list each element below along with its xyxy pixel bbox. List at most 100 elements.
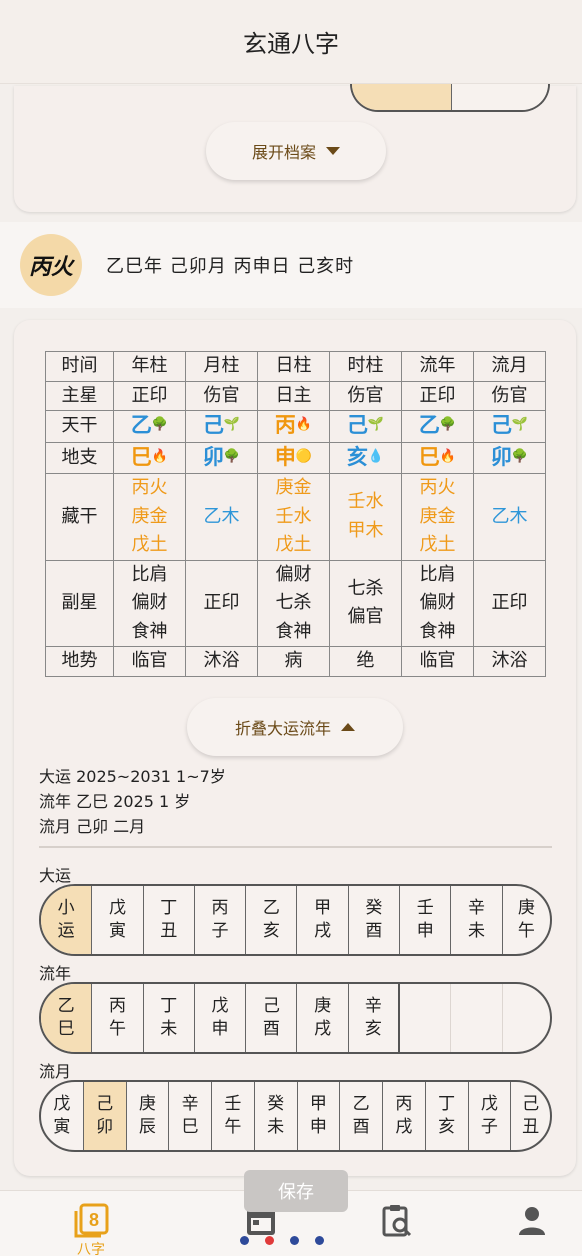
sub-star-cell: 比肩 偏财 食神: [401, 559, 474, 647]
stem-char: 乙: [130, 413, 152, 437]
hidden-cell: 丙火 庚金 戊土: [113, 473, 186, 561]
indicator-dot: [240, 1236, 249, 1245]
app-header: 玄通八字: [0, 0, 582, 84]
liunian-cell[interactable]: 辛亥: [349, 984, 401, 1052]
cell-top: 丁: [160, 996, 178, 1016]
row-label: 主星: [45, 380, 114, 411]
sub-star: 正印: [203, 592, 240, 613]
hidden-stem: 甲木: [347, 519, 384, 541]
liuyue-cell[interactable]: 壬午: [212, 1082, 255, 1150]
cell-top: 庚: [138, 1094, 156, 1114]
cell-top: 丁: [438, 1094, 456, 1114]
sub-star: 食神: [419, 620, 456, 642]
dayun-cell[interactable]: 壬申: [400, 886, 452, 954]
liuyue-cell[interactable]: 甲申: [298, 1082, 341, 1150]
stem-cell: 丙🔥: [257, 410, 330, 443]
cell-top: 丙: [211, 898, 229, 918]
header-cell: 年柱: [113, 351, 186, 382]
gold-coin-icon: 🟡: [295, 448, 313, 464]
save-button[interactable]: 保存: [244, 1170, 348, 1212]
liunian-cell[interactable]: 丙午: [92, 984, 144, 1052]
cell-bottom: 巳: [181, 1117, 199, 1137]
pillars-text: 乙巳年 己卯月 丙申日 己亥时: [106, 256, 355, 277]
dayun-cell[interactable]: 庚午: [503, 886, 550, 954]
sub-star-cell: 七杀 偏官: [329, 559, 402, 647]
cell-bottom: 午: [224, 1117, 242, 1137]
water-drop-icon: 💧: [367, 448, 385, 464]
dayun-cell[interactable]: 乙亥: [246, 886, 298, 954]
dayun-cell[interactable]: 丁丑: [144, 886, 195, 954]
sub-star: 七杀: [275, 592, 312, 613]
hidden-stem: 丙火: [131, 477, 168, 498]
sub-star-cell: 正印: [185, 559, 258, 647]
fire-icon: 🔥: [295, 417, 313, 432]
liunian-cell[interactable]: 戊申: [195, 984, 247, 1052]
header-cell: 日柱: [257, 351, 330, 382]
liunian-cell[interactable]: 庚戌: [297, 984, 349, 1052]
liuyue-cell[interactable]: 丙戌: [383, 1082, 426, 1150]
terrain-cell: 临官: [113, 646, 186, 677]
day-master-badge: 丙火: [20, 234, 82, 296]
cell-bottom: 未: [160, 1019, 178, 1039]
cell-bottom: 亥: [262, 921, 280, 941]
profile-card: 展开档案: [14, 84, 576, 212]
cell-top: 辛: [364, 996, 382, 1016]
dayun-cell[interactable]: 丙子: [195, 886, 247, 954]
liuyue-cell[interactable]: 辛巳: [169, 1082, 212, 1150]
sub-star: 比肩: [419, 563, 456, 585]
hidden-stem: 壬水: [347, 491, 384, 513]
stem-cell: 乙🌳: [401, 410, 474, 443]
hidden-stems-row: 藏干 丙火 庚金 戊土 乙木 庚金 壬水 戊土 壬水 甲木 丙火 庚金 戊土 乙木: [45, 473, 546, 561]
cell-top: 丁: [160, 898, 178, 918]
sub-star: 比肩: [131, 563, 168, 585]
header-cell: 月柱: [185, 351, 258, 382]
liuyue-cell[interactable]: 丁亥: [426, 1082, 469, 1150]
cell-bottom: 申: [416, 921, 434, 941]
row-label: 副星: [45, 559, 114, 647]
liuyue-cell[interactable]: 癸未: [255, 1082, 298, 1150]
cell-top: 戊: [211, 996, 229, 1016]
liunian-cell[interactable]: 丁未: [144, 984, 195, 1052]
tree-icon: 🌳: [439, 417, 457, 432]
hidden-cell: 丙火 庚金 戊土: [401, 473, 474, 561]
liunian-label: 流年: [39, 964, 72, 983]
hidden-stem: 戊土: [419, 534, 456, 555]
cell-top: 甲: [314, 898, 332, 918]
liuyue-cell[interactable]: 己卯: [83, 1082, 127, 1150]
dayun-cell[interactable]: 甲戌: [297, 886, 349, 954]
dayun-cell[interactable]: 癸酉: [349, 886, 401, 954]
cell-bottom: 午: [108, 1019, 126, 1039]
liuyue-cell[interactable]: 戊寅: [41, 1082, 84, 1150]
hidden-stem: 壬水: [275, 505, 312, 527]
cell-top: 癸: [267, 1094, 285, 1114]
cell-bottom: 辰: [138, 1117, 156, 1137]
tab-user[interactable]: [516, 1203, 548, 1239]
hidden-cell: 庚金 壬水 戊土: [257, 473, 330, 561]
indicator-dot: [290, 1236, 299, 1245]
tree-icon: 🌳: [511, 448, 529, 464]
liunian-cell[interactable]: 乙巳: [41, 984, 93, 1052]
liuyue-cell[interactable]: 庚辰: [127, 1082, 170, 1150]
liunian-row: 乙巳 丙午 丁未 戊申 己酉 庚戌 辛亥: [39, 982, 552, 1054]
dayun-cell[interactable]: 戊寅: [92, 886, 144, 954]
header-cell: 时间: [45, 351, 114, 382]
page-title: 玄通八字: [243, 30, 339, 58]
tab-bazi[interactable]: 8 八字: [72, 1203, 110, 1256]
main-star-cell: 日主: [257, 380, 330, 411]
expand-profile-button[interactable]: 展开档案: [206, 122, 386, 180]
liuyue-cell[interactable]: 戊子: [469, 1082, 512, 1150]
liuyue-cell[interactable]: 乙酉: [340, 1082, 383, 1150]
dayun-cell[interactable]: 小运: [41, 886, 93, 954]
dayun-cell[interactable]: 辛未: [451, 886, 503, 954]
liuyue-cell[interactable]: 己丑: [511, 1082, 550, 1150]
branch-cell: 亥💧: [329, 441, 402, 474]
branch-char: 亥: [346, 444, 368, 469]
liunian-cell[interactable]: 己酉: [246, 984, 298, 1052]
sub-star: 正印: [491, 592, 528, 613]
header-cell: 时柱: [329, 351, 402, 382]
hidden-stem: 丙火: [419, 477, 456, 498]
hidden-stem: 乙木: [203, 505, 240, 527]
partial-selector[interactable]: [350, 84, 550, 112]
tab-search[interactable]: [380, 1203, 414, 1239]
fold-fortune-button[interactable]: 折叠大运流年: [187, 698, 403, 756]
